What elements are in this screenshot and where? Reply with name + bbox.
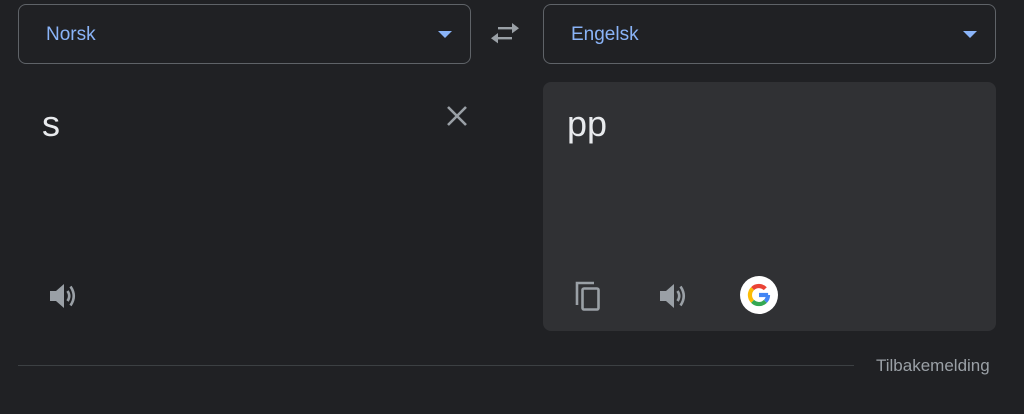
clear-source-button[interactable] (442, 101, 472, 131)
translation-text: pp (567, 103, 608, 144)
caret-down-icon (438, 31, 452, 38)
close-icon (447, 106, 467, 126)
speaker-icon (660, 284, 686, 308)
swap-languages-button[interactable] (484, 17, 526, 53)
google-search-button[interactable] (740, 276, 778, 314)
target-language-label: Engelsk (571, 24, 639, 45)
divider (18, 365, 854, 366)
google-logo-icon (747, 283, 771, 307)
copy-icon (575, 281, 600, 311)
source-language-select[interactable]: Norsk (18, 4, 471, 64)
source-text-area[interactable]: s (18, 82, 471, 331)
listen-source-button[interactable] (46, 280, 82, 312)
feedback-link[interactable]: Tilbakemelding (876, 356, 990, 376)
translation-panel: pp (543, 82, 996, 331)
caret-down-icon (963, 31, 977, 38)
source-language-label: Norsk (46, 24, 96, 45)
copy-translation-button[interactable] (573, 279, 605, 313)
source-text[interactable]: s (42, 102, 60, 146)
swap-arrows-icon (491, 23, 519, 44)
speaker-icon (50, 284, 76, 308)
target-language-select[interactable]: Engelsk (543, 4, 996, 64)
listen-translation-button[interactable] (656, 280, 692, 312)
